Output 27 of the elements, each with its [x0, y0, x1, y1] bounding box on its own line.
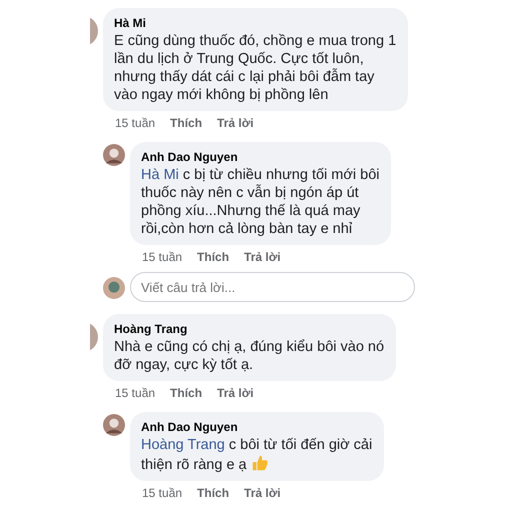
mention-link[interactable]: Hà Mi — [141, 167, 179, 183]
mention-link[interactable]: Hoàng Trang — [141, 437, 225, 453]
author-name: Anh Dao Nguyen — [141, 420, 239, 434]
thumbs-up-icon — [250, 454, 269, 472]
comment-text: E cũng dùng thuốc đó, chồng e mua trong 1 lần du lịch ở Trung Quốc. Cực tốt luôn, nhưng thấy dát cái c lại phải bôi đẫm tay vào ngay mới không bị phồng lên — [114, 32, 396, 104]
like-link[interactable]: Thích — [197, 250, 230, 264]
reply-link[interactable]: Trả lời — [217, 386, 254, 400]
author-name: Hoàng Trang — [114, 322, 188, 336]
like-link[interactable]: Thích — [170, 116, 202, 130]
timestamp: 15 tuần — [115, 116, 156, 130]
author-name: Hà Mi — [114, 16, 148, 30]
reply-link[interactable]: Trả lời — [244, 486, 281, 500]
like-link[interactable]: Thích — [197, 486, 230, 500]
reply-text: Hoàng Trang c bôi từ tối đến giờ cải thiện rõ ràng e ạ — [141, 436, 372, 474]
reply-input-field[interactable]: Viết câu trả lời... — [130, 272, 415, 302]
reply-link[interactable]: Trả lời — [244, 250, 281, 264]
like-link[interactable]: Thích — [170, 386, 202, 400]
avatar — [103, 414, 125, 436]
reply-text: Hà Mi c bị từ chiều nhưng tối mới bôi thuốc này nên c vẫn bị ngón áp út phồng xíu...Nhưng thế là quá may rồi,còn hơn cả lòng bàn tay e nhỉ — [141, 166, 380, 238]
avatar — [103, 277, 125, 299]
author-name: Anh Dao Nguyen — [141, 150, 239, 164]
avatar — [103, 144, 125, 166]
timestamp: 15 tuần — [115, 386, 156, 400]
timestamp: 15 tuần — [142, 250, 182, 264]
comment-text: Nhà e cũng có chị ạ, đúng kiểu bôi vào nó đỡ ngay, cực kỳ tốt ạ. — [114, 338, 384, 374]
reply-link[interactable]: Trả lời — [217, 116, 254, 130]
timestamp: 15 tuần — [142, 486, 182, 500]
